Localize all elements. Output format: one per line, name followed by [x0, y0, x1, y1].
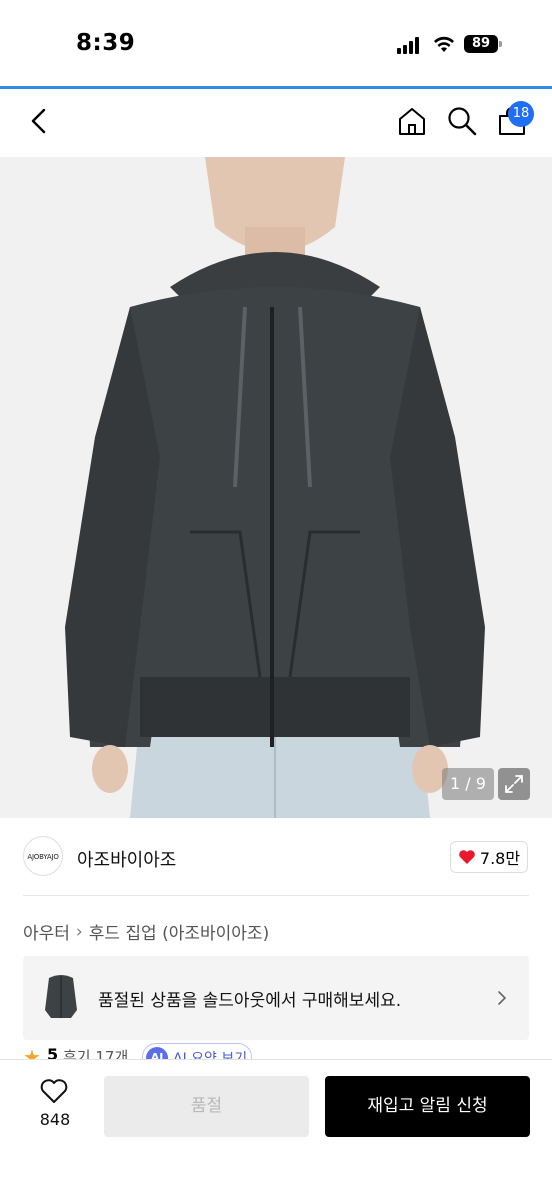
wifi-icon: [434, 36, 454, 52]
brand-like-button[interactable]: 7.8만: [450, 841, 528, 873]
search-icon[interactable]: [446, 105, 478, 137]
ai-summary-button[interactable]: AI AI 요약 보기: [142, 1043, 252, 1059]
restock-alert-button[interactable]: 재입고 알림 신청: [325, 1076, 530, 1137]
cart-count-badge: 18: [508, 101, 534, 127]
review-count[interactable]: 후기 17개: [63, 1046, 128, 1059]
breadcrumb: 아우터 › 후드 집업 (아조바이아조): [23, 919, 269, 945]
breadcrumb-category[interactable]: 아우터: [23, 919, 70, 944]
status-time: 8:39: [76, 30, 136, 56]
soldout-button: 품절: [104, 1076, 309, 1137]
status-bar: 8:39 89: [0, 0, 552, 86]
battery-level: 89: [464, 35, 498, 53]
brand-name[interactable]: 아조바이아조: [77, 846, 176, 872]
image-counter: 1 / 9: [442, 768, 494, 800]
hoodie-photo: [0, 157, 552, 818]
breadcrumb-subcategory[interactable]: 후드 집업 (아조바이아조): [89, 919, 269, 944]
chevron-right-icon: ›: [75, 921, 83, 942]
back-chevron-icon[interactable]: [24, 105, 56, 137]
expand-icon[interactable]: [498, 768, 530, 800]
brand-like-count: 7.8만: [479, 849, 521, 868]
wish-count: 848: [39, 1110, 71, 1129]
review-row: ★ 5 후기 17개 AI AI 요약 보기: [23, 1043, 529, 1059]
cellular-signal-icon: [397, 36, 423, 54]
review-score: 5: [47, 1045, 59, 1059]
divider: [23, 895, 529, 896]
ai-badge: AI: [146, 1047, 168, 1059]
chevron-right-icon: [498, 991, 507, 1005]
heart-filled-icon: [459, 850, 475, 864]
brand-logo[interactable]: AJOBYAJO: [23, 836, 63, 876]
product-image[interactable]: [0, 157, 552, 818]
heart-icon[interactable]: [39, 1077, 69, 1105]
ai-summary-label: AI 요약 보기: [173, 1051, 248, 1059]
banner-product-thumbnail: [41, 970, 81, 1026]
battery-tip: [499, 41, 502, 47]
soldout-banner-text: 품절된 상품을 솔드아웃에서 구매해보세요.: [98, 991, 402, 1011]
brand-logo-text: AJOBYAJO: [27, 853, 59, 861]
home-icon[interactable]: [396, 105, 428, 137]
star-icon: ★: [23, 1045, 41, 1059]
top-nav: [0, 89, 552, 157]
